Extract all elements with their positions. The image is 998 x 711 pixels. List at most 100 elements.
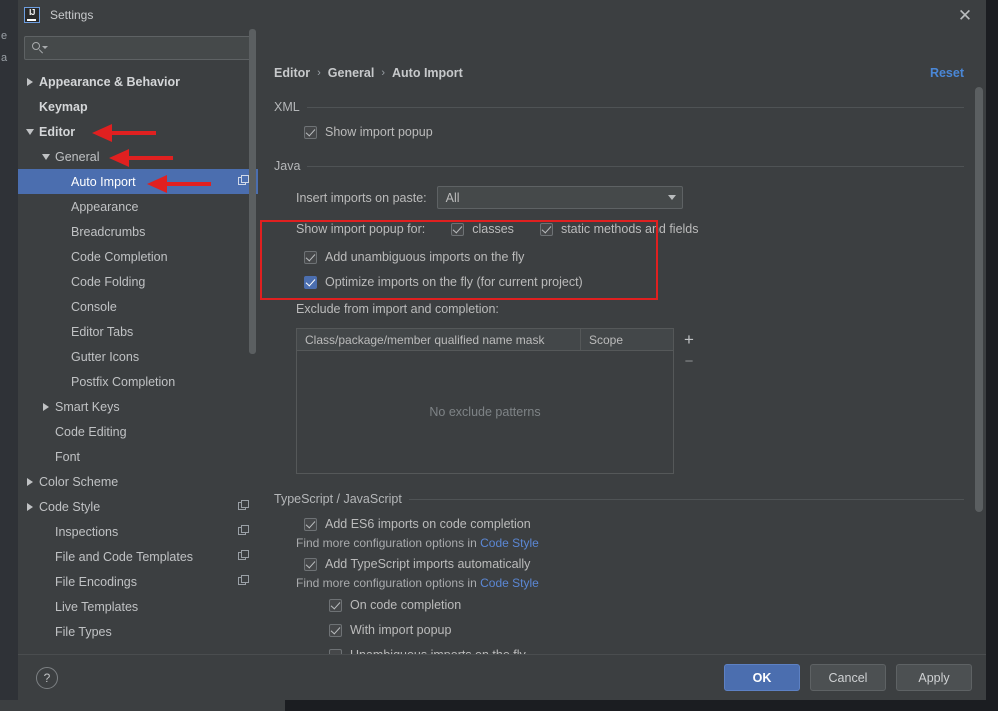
- sidebar-item-editor[interactable]: Editor: [18, 119, 258, 144]
- main-scrollbar-thumb[interactable]: [975, 87, 983, 512]
- sidebar-item-code-folding[interactable]: Code Folding: [18, 269, 258, 294]
- checkbox-row-on-code-completion: On code completion: [329, 598, 964, 612]
- cancel-button[interactable]: Cancel: [810, 664, 886, 691]
- breadcrumb-general[interactable]: General: [328, 66, 375, 80]
- sidebar-item-appearance-behavior[interactable]: Appearance & Behavior: [18, 69, 258, 94]
- section-typescript-label: TypeScript / JavaScript: [274, 492, 409, 506]
- sidebar-item-label: Inspections: [55, 525, 118, 539]
- sidebar-item-color-scheme[interactable]: Color Scheme: [18, 469, 258, 494]
- breadcrumb-editor[interactable]: Editor: [274, 66, 310, 80]
- sidebar-item-label: Postfix Completion: [71, 375, 175, 389]
- sidebar-item-font[interactable]: Font: [18, 444, 258, 469]
- main-content: Editor › General › Auto Import Reset XML: [258, 29, 986, 654]
- sidebar-item-label: Code Completion: [71, 250, 168, 264]
- sidebar-item-label: Gutter Icons: [71, 350, 139, 364]
- sidebar-item-keymap[interactable]: Keymap: [18, 94, 258, 119]
- sidebar-item-label: Code Editing: [55, 425, 127, 439]
- sidebar-item-smart-keys[interactable]: Smart Keys: [18, 394, 258, 419]
- sidebar-item-code-completion[interactable]: Code Completion: [18, 244, 258, 269]
- label-add-es6-imports: Add ES6 imports on code completion: [325, 517, 531, 531]
- code-style-link-2[interactable]: Code Style: [480, 576, 539, 590]
- checkbox-classes[interactable]: [451, 223, 464, 236]
- sidebar-scrollbar[interactable]: [249, 29, 256, 654]
- sidebar-item-general[interactable]: General: [18, 144, 258, 169]
- sidebar-item-label: Editor: [39, 125, 75, 139]
- checkbox-static-methods[interactable]: [540, 223, 553, 236]
- exclude-table-header: Class/package/member qualified name mask…: [297, 329, 673, 351]
- sidebar-item-label: Code Folding: [71, 275, 145, 289]
- sidebar-item-label: Code Style: [39, 500, 100, 514]
- sidebar-item-live-templates[interactable]: Live Templates: [18, 594, 258, 619]
- sidebar-item-file-encodings[interactable]: File Encodings: [18, 569, 258, 594]
- insert-imports-row: Insert imports on paste: All: [296, 186, 964, 209]
- sidebar-item-label: File and Code Templates: [55, 550, 193, 564]
- column-header-scope[interactable]: Scope: [581, 329, 673, 350]
- chevron-right-icon[interactable]: [24, 75, 37, 88]
- checkbox-show-import-popup[interactable]: [304, 126, 317, 139]
- sidebar-item-gutter-icons[interactable]: Gutter Icons: [18, 344, 258, 369]
- sidebar-item-file-types[interactable]: File Types: [18, 619, 258, 644]
- chevron-right-icon[interactable]: [24, 475, 37, 488]
- column-header-name-mask[interactable]: Class/package/member qualified name mask: [297, 329, 581, 350]
- label-optimize-imports: Optimize imports on the fly (for current…: [325, 275, 583, 289]
- sidebar-item-file-and-code-templates[interactable]: File and Code Templates: [18, 544, 258, 569]
- sidebar-item-label: Appearance: [71, 200, 138, 214]
- sidebar-item-console[interactable]: Console: [18, 294, 258, 319]
- checkbox-row-add-unambiguous: Add unambiguous imports on the fly: [304, 250, 964, 264]
- help-button[interactable]: ?: [36, 667, 58, 689]
- show-popup-for-row: Show import popup for: classes static me…: [296, 222, 964, 236]
- tree-spacer: [40, 450, 53, 463]
- checkbox-add-es6-imports[interactable]: [304, 518, 317, 531]
- checkbox-row-add-es6: Add ES6 imports on code completion: [304, 517, 964, 531]
- checkbox-add-unambiguous-imports[interactable]: [304, 251, 317, 264]
- chevron-right-icon[interactable]: [24, 500, 37, 513]
- apply-button[interactable]: Apply: [896, 664, 972, 691]
- sidebar-item-label: File Types: [55, 625, 112, 639]
- sidebar-item-code-style[interactable]: Code Style: [18, 494, 258, 519]
- breadcrumb-auto-import: Auto Import: [392, 66, 463, 80]
- exclude-table: Class/package/member qualified name mask…: [296, 328, 674, 474]
- dialog-body: Appearance & BehaviorKeymap Editor General…: [18, 29, 986, 654]
- chevron-right-icon[interactable]: [40, 400, 53, 413]
- sidebar-item-editor-tabs[interactable]: Editor Tabs: [18, 319, 258, 344]
- checkbox-add-typescript-imports[interactable]: [304, 558, 317, 571]
- section-java: Java: [274, 159, 964, 173]
- exclude-table-buttons: + −: [680, 328, 698, 474]
- label-with-import-popup: With import popup: [350, 623, 451, 637]
- sidebar-item-breadcrumbs[interactable]: Breadcrumbs: [18, 219, 258, 244]
- checkbox-optimize-imports[interactable]: [304, 276, 317, 289]
- chevron-down-icon[interactable]: [40, 150, 53, 163]
- sidebar-item-code-editing[interactable]: Code Editing: [18, 419, 258, 444]
- sidebar-item-postfix-completion[interactable]: Postfix Completion: [18, 369, 258, 394]
- hint-es6: Find more configuration options in Code …: [296, 536, 964, 550]
- code-style-link-1[interactable]: Code Style: [480, 536, 539, 550]
- tree-spacer: [56, 350, 69, 363]
- sidebar-item-label: Live Templates: [55, 600, 138, 614]
- sidebar-item-auto-import[interactable]: Auto Import: [18, 169, 258, 194]
- label-add-typescript-imports: Add TypeScript imports automatically: [325, 557, 530, 571]
- tree-spacer: [56, 225, 69, 238]
- ok-button[interactable]: OK: [724, 664, 800, 691]
- sidebar-item-inspections[interactable]: Inspections: [18, 519, 258, 544]
- search-input[interactable]: [46, 41, 251, 55]
- tree-spacer: [40, 625, 53, 638]
- checkbox-row-add-ts: Add TypeScript imports automatically: [304, 557, 964, 571]
- close-icon[interactable]: ✕: [954, 4, 976, 26]
- sidebar-item-label: Editor Tabs: [71, 325, 133, 339]
- checkbox-on-code-completion[interactable]: [329, 599, 342, 612]
- label-on-code-completion: On code completion: [350, 598, 461, 612]
- reset-link[interactable]: Reset: [930, 66, 964, 80]
- chevron-down-icon[interactable]: [24, 125, 37, 138]
- checkbox-with-import-popup[interactable]: [329, 624, 342, 637]
- search-box[interactable]: [24, 36, 252, 60]
- sidebar-item-label: Auto Import: [71, 175, 136, 189]
- remove-exclude-pattern-button[interactable]: −: [680, 350, 698, 372]
- sidebar-item-appearance[interactable]: Appearance: [18, 194, 258, 219]
- chevron-down-icon: [668, 195, 676, 200]
- sidebar-scrollbar-thumb[interactable]: [249, 29, 256, 354]
- insert-imports-dropdown[interactable]: All: [437, 186, 683, 209]
- exclude-table-body: No exclude patterns: [297, 351, 673, 473]
- label-add-unambiguous-imports: Add unambiguous imports on the fly: [325, 250, 524, 264]
- main-scrollbar[interactable]: [975, 29, 983, 654]
- add-exclude-pattern-button[interactable]: +: [680, 328, 698, 350]
